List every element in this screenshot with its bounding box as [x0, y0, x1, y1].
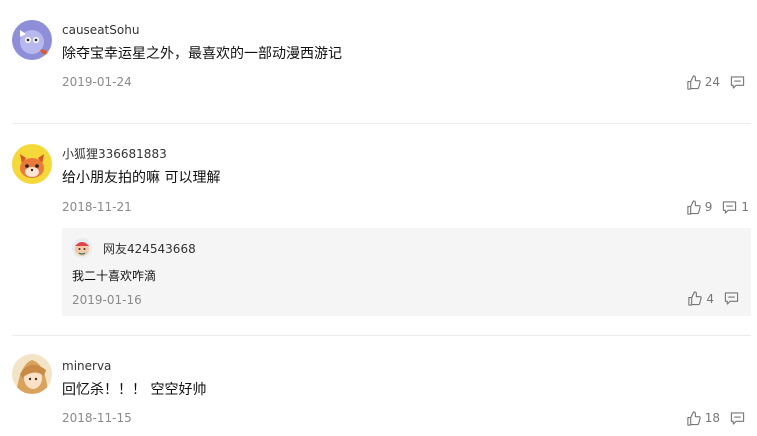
like-button[interactable]: 24 [686, 74, 720, 90]
thumbs-up-icon [686, 199, 701, 215]
reply-count: 1 [741, 200, 749, 214]
like-button[interactable]: 4 [687, 291, 714, 306]
like-button[interactable]: 18 [686, 410, 720, 426]
comment-username[interactable]: causeatSohu [62, 22, 139, 38]
thumbs-up-icon [687, 291, 703, 306]
thumbs-up-icon [686, 74, 701, 90]
comment-item: minerva 回忆杀！！！ 空空好帅 2018-11-15 18 [0, 336, 757, 436]
avatar[interactable] [12, 354, 52, 394]
comment-icon [724, 291, 739, 306]
reply-actions: 4 [687, 291, 739, 306]
comment-actions: 9 1 [686, 198, 749, 216]
comment-actions: 24 [686, 73, 749, 91]
like-button[interactable]: 9 [686, 199, 713, 215]
comment-username[interactable]: 小狐狸336681883 [62, 146, 167, 162]
reply-button[interactable] [730, 75, 749, 90]
comment-text: 给小朋友拍的嘛 可以理解 [62, 170, 221, 186]
reply-button[interactable]: 1 [722, 200, 749, 215]
comment-item: causeatSohu 除夺宝幸运星之外，最喜欢的一部动漫西游记 2019-01… [0, 0, 757, 120]
thumbs-up-icon [686, 410, 701, 426]
reply-button[interactable] [724, 291, 739, 306]
avatar[interactable] [12, 144, 52, 184]
comment-list: causeatSohu 除夺宝幸运星之外，最喜欢的一部动漫西游记 2019-01… [0, 0, 757, 436]
avatar[interactable] [12, 20, 52, 60]
comment-username[interactable]: minerva [62, 358, 111, 374]
like-count: 9 [704, 200, 713, 214]
like-count: 18 [704, 411, 720, 425]
nested-reply: 网友424543668 我二十喜欢咋滴 2019-01-16 4 [62, 228, 751, 316]
like-count: 4 [706, 291, 714, 306]
reply-date: 2019-01-16 [72, 293, 142, 307]
avatar[interactable] [72, 238, 92, 258]
comment-text: 除夺宝幸运星之外，最喜欢的一部动漫西游记 [62, 46, 342, 62]
comment-icon [730, 75, 745, 90]
comment-icon [730, 411, 745, 426]
comment-date: 2018-11-21 [62, 200, 132, 214]
reply-username[interactable]: 网友424543668 [103, 241, 196, 257]
comment-actions: 18 [686, 409, 749, 427]
comment-date: 2019-01-24 [62, 75, 132, 89]
reply-button[interactable] [730, 411, 749, 426]
comment-icon [722, 200, 737, 215]
like-count: 24 [704, 75, 720, 89]
comment-date: 2018-11-15 [62, 411, 132, 425]
reply-text: 我二十喜欢咋滴 [72, 269, 157, 283]
comment-text: 回忆杀！！！ 空空好帅 [62, 382, 207, 398]
